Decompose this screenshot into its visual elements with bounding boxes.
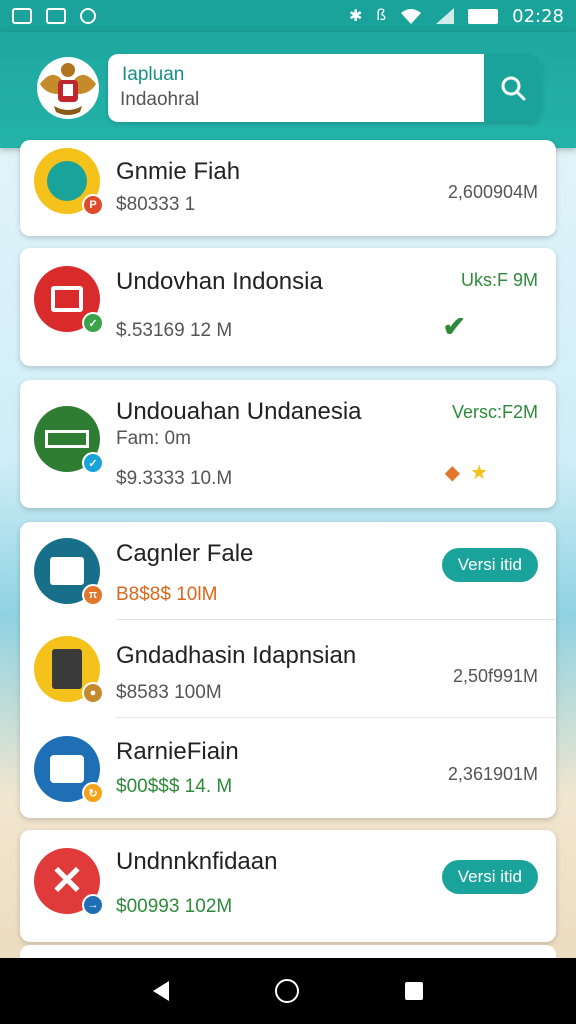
vibrate-icon: ß (376, 7, 387, 24)
verify-button[interactable]: Versi itid (441, 548, 538, 582)
list-item[interactable]: ● Gndadhasin Idapnsian $8583 100M 2,50f9… (20, 620, 556, 718)
app-name: Gndadhasin Idapnsian (116, 642, 357, 669)
app-price: $8583 100M (116, 682, 222, 703)
notification-icon (12, 8, 32, 24)
search-bar: Iapluan (108, 54, 542, 122)
app-price: $80333 1 (116, 194, 196, 215)
app-name: Undouahan Undanesia (116, 398, 362, 425)
image-icon (46, 8, 66, 24)
app-size: 2,600904M (447, 182, 538, 202)
app-badge-icon: P (82, 194, 104, 216)
search-input[interactable] (120, 86, 460, 114)
list-item[interactable]: ↻ RarnieFiain $00$$$ 14. M 2,361901M (20, 718, 556, 816)
home-icon[interactable] (275, 979, 299, 1003)
wifi-icon (401, 9, 422, 24)
verified-badge-icon: ✓ (82, 452, 104, 474)
app-size: 2,50f991M (452, 666, 538, 686)
app-card[interactable]: ✕ → Undnnknfidaan $00993 102M Versi itid (20, 830, 556, 942)
app-badge-icon: ↻ (82, 782, 104, 804)
app-icon: ✕ → (34, 848, 104, 916)
app-badge-icon: ● (82, 682, 104, 704)
garuda-emblem-logo (37, 57, 99, 119)
app-size: 2,361901M (447, 764, 538, 784)
battery-icon (468, 8, 499, 24)
app-price: $00$$$ 14. M (116, 776, 233, 797)
app-icon: ✓ (34, 266, 104, 334)
app-name: Gnmie Fiah (116, 158, 241, 185)
circle-app-icon (80, 8, 96, 24)
star-icon: ★ (470, 462, 488, 484)
app-name: Undovhan Indonsia (116, 268, 323, 295)
app-version: Versc:F2M (451, 402, 538, 422)
app-list-card: π Cagnler Fale B8$8$ 10lM Versi itid ● G… (20, 522, 556, 818)
back-icon[interactable] (153, 981, 169, 1001)
clock: 02:28 (512, 5, 564, 27)
app-name: RarnieFiain (116, 738, 239, 765)
app-price: $9.3333 10.M (116, 468, 233, 489)
rating: ◆ ★ (445, 460, 488, 485)
verify-button[interactable]: Versi itid (441, 860, 538, 894)
navigation-bar (0, 958, 576, 1024)
app-badge-icon: → (82, 894, 104, 916)
app-card[interactable]: P Gnmie Fiah $80333 1 2,600904M (20, 140, 556, 236)
app-icon: ✓ (34, 406, 104, 474)
app-header: Iapluan (0, 32, 576, 148)
list-item[interactable]: π Cagnler Fale B8$8$ 10lM Versi itid (20, 522, 556, 620)
app-icon: π (34, 538, 104, 606)
app-card[interactable]: ✓ Undovhan Indonsia $.53169 12 M Uks:F 9… (20, 248, 556, 366)
app-subtitle: Fam: 0m (116, 428, 191, 449)
search-button[interactable] (484, 54, 542, 122)
app-icon: ↻ (34, 736, 104, 804)
verified-badge-icon: ✓ (82, 312, 104, 334)
recents-icon[interactable] (405, 982, 423, 1000)
bluetooth-icon: ✱ (348, 8, 363, 25)
app-card[interactable]: ✓ Undouahan Undanesia Fam: 0m $9.3333 10… (20, 380, 556, 508)
flame-icon: ◆ (444, 462, 461, 484)
app-icon: P (34, 148, 104, 216)
app-badge-icon: π (82, 584, 104, 606)
app-name: Cagnler Fale (116, 540, 254, 567)
signal-icon (436, 8, 455, 24)
app-price: $00993 102M (116, 896, 233, 917)
checkmark-icon: ✔ (442, 311, 466, 342)
app-size: Uks:F 9M (460, 270, 538, 290)
app-price: B8$8$ 10lM (116, 584, 218, 605)
search-icon (501, 76, 526, 101)
status-bar: ✱ ß 02:28 (0, 0, 576, 32)
search-title: Iapluan (122, 64, 185, 85)
app-icon: ● (34, 636, 104, 704)
app-name: Undnnknfidaan (116, 848, 278, 875)
app-price: $.53169 12 M (116, 320, 233, 341)
